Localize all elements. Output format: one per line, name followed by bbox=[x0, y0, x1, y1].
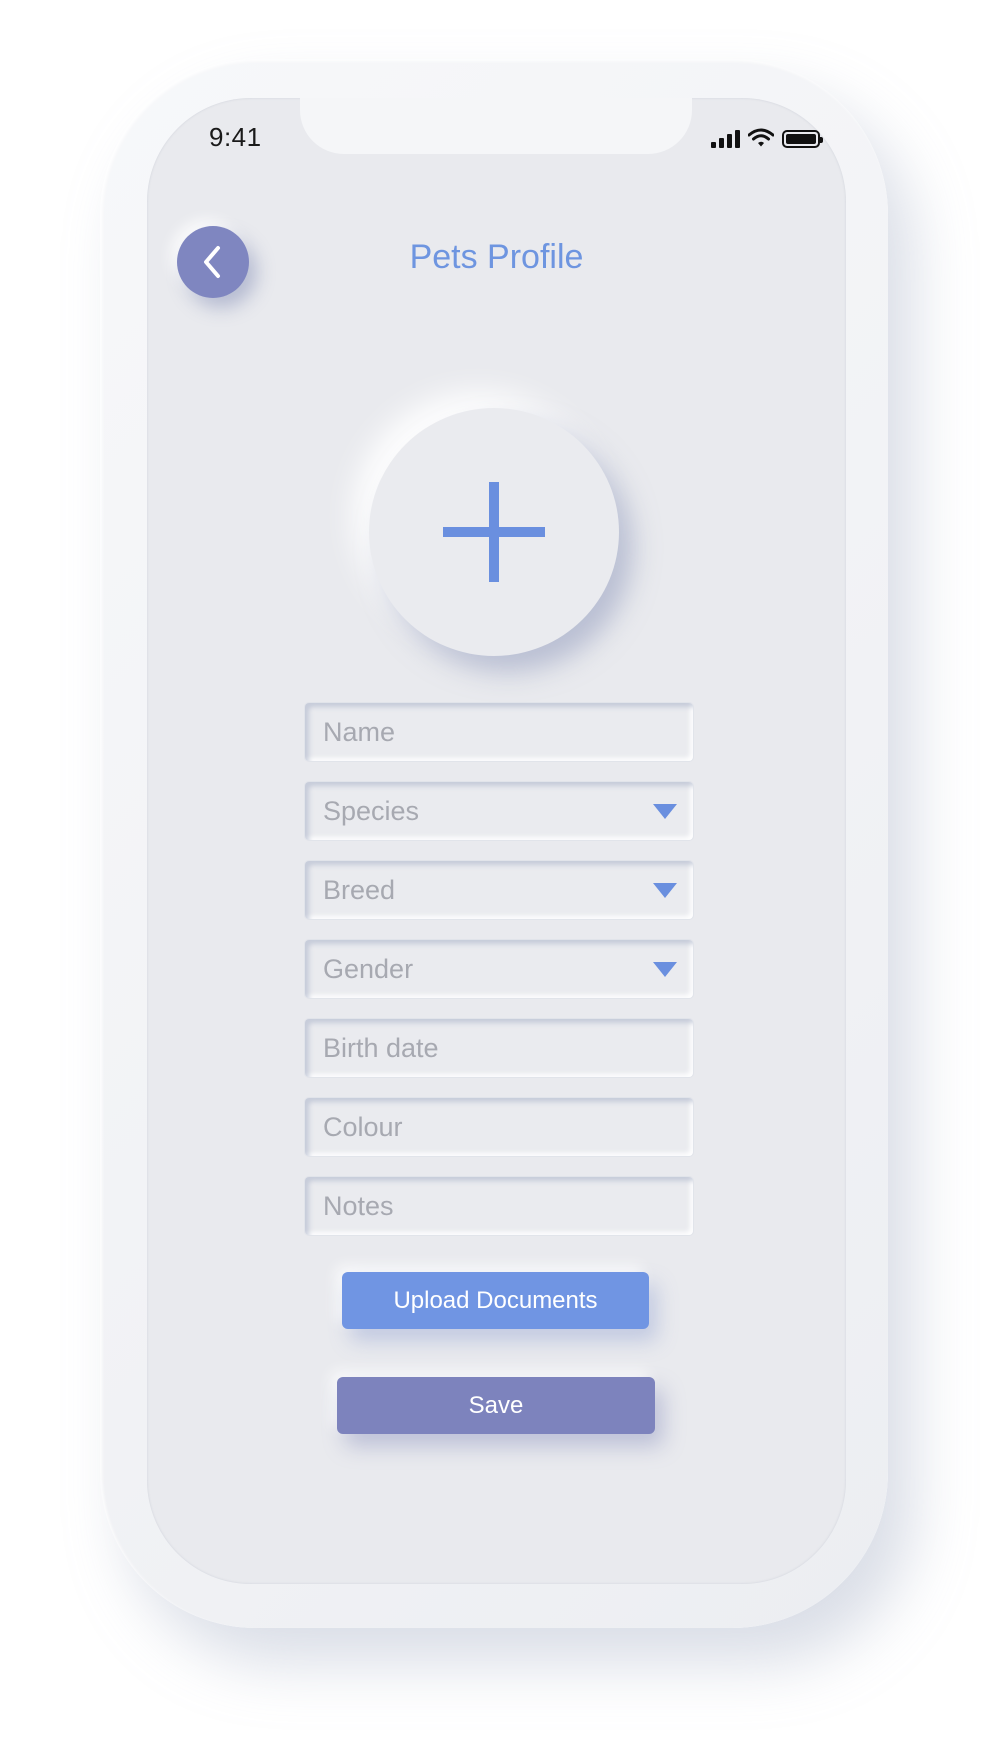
wifi-icon bbox=[748, 128, 774, 147]
dropdown-arrow-icon[interactable] bbox=[653, 804, 677, 819]
colour-field-container bbox=[305, 1098, 693, 1156]
plus-icon bbox=[443, 482, 545, 582]
species-input[interactable] bbox=[305, 782, 693, 840]
status-time: 9:41 bbox=[209, 122, 262, 152]
birth-date-input[interactable] bbox=[305, 1019, 693, 1077]
birth-date-field-container bbox=[305, 1019, 693, 1077]
upload-documents-button[interactable]: Upload Documents bbox=[342, 1272, 649, 1329]
notes-field-container bbox=[305, 1177, 693, 1235]
status-icons bbox=[711, 126, 823, 148]
phone-frame: 9:41 Pets Profile Name Species Breed Gen… bbox=[100, 59, 888, 1628]
signal-icon bbox=[711, 130, 740, 148]
gender-select[interactable] bbox=[305, 940, 693, 998]
dropdown-arrow-icon[interactable] bbox=[653, 883, 677, 898]
app-screen: 9:41 Pets Profile Name Species Breed Gen… bbox=[147, 98, 846, 1584]
page-title: Pets Profile bbox=[409, 238, 584, 276]
notch bbox=[300, 98, 692, 154]
name-input[interactable] bbox=[305, 703, 693, 761]
species-select[interactable] bbox=[305, 782, 693, 840]
battery-icon bbox=[782, 130, 823, 148]
pet-profile-form bbox=[305, 703, 693, 1256]
name-field-container bbox=[305, 703, 693, 761]
breed-input[interactable] bbox=[305, 861, 693, 919]
breed-select[interactable] bbox=[305, 861, 693, 919]
save-button[interactable]: Save bbox=[337, 1377, 655, 1434]
gender-input[interactable] bbox=[305, 940, 693, 998]
colour-input[interactable] bbox=[305, 1098, 693, 1156]
dropdown-arrow-icon[interactable] bbox=[653, 962, 677, 977]
notes-input[interactable] bbox=[305, 1177, 693, 1235]
add-pet-photo-button[interactable] bbox=[369, 408, 619, 656]
